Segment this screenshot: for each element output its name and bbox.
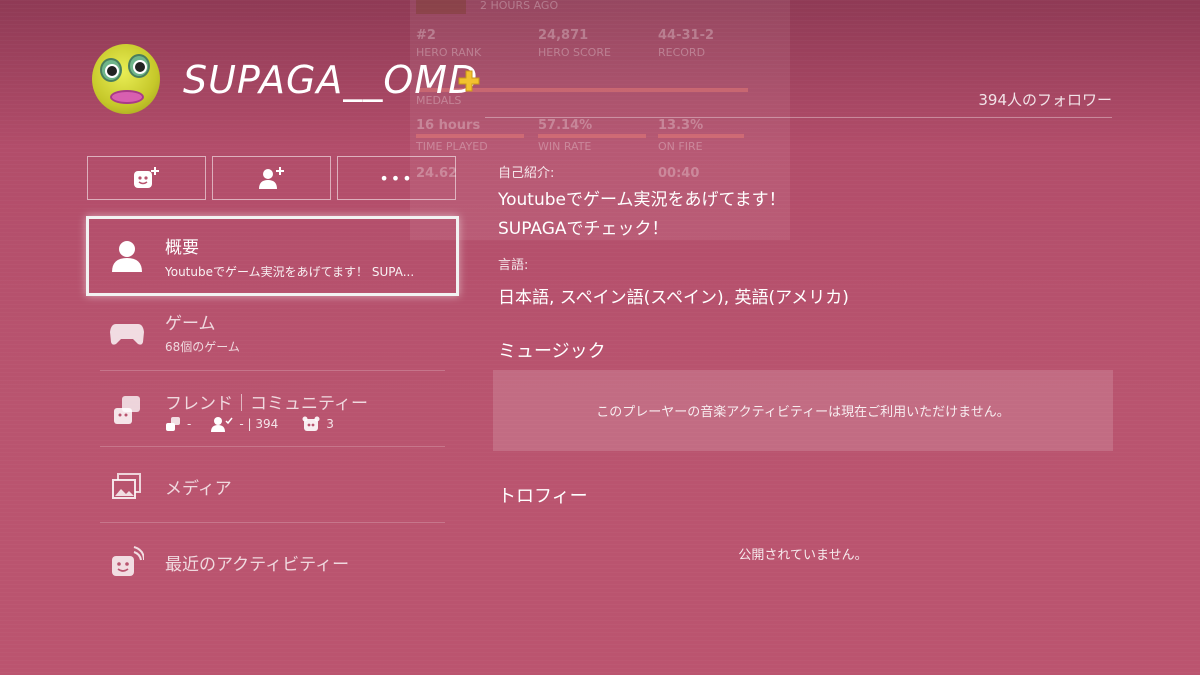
ghost-stat-label: HERO SCORE <box>538 46 611 59</box>
nav-item-title: フレンド｜コミュニティー <box>165 394 368 414</box>
ghost-thumbnail <box>416 0 466 14</box>
follow-button[interactable] <box>212 156 331 200</box>
ghost-stat-bar <box>416 134 524 138</box>
friends-small-icon <box>166 417 180 431</box>
nav-divider <box>100 446 445 447</box>
ghost-stat-label: TIME PLAYED <box>416 140 488 153</box>
community-count: 3 <box>326 417 334 431</box>
follower-count: 394人のフォロワー <box>978 91 1112 109</box>
nav-item-title: 最近のアクティビティー <box>165 555 350 575</box>
avatar-eye <box>100 58 122 82</box>
nav-divider <box>100 370 445 371</box>
ghost-stat-value: 44-31-2 <box>658 28 715 43</box>
controller-icon <box>110 324 144 345</box>
nav-item-overview[interactable]: 概要 Youtubeでゲーム実況をあげてます！ SUPA... <box>86 216 459 296</box>
ghost-stat-label: ON FIRE <box>658 140 703 153</box>
nav-item-games[interactable]: ゲーム 68個のゲーム <box>86 292 459 372</box>
bio-line: Youtubeでゲーム実況をあげてます！ <box>498 190 786 210</box>
bio-label: 自己紹介: <box>498 166 555 181</box>
trophy-private-message: 公開されていません。 <box>738 548 868 563</box>
trophy-section-title: トロフィー <box>498 486 588 507</box>
following-follower-count: - | 394 <box>239 417 279 431</box>
nav-item-recent-activity[interactable]: 最近のアクティビティー <box>86 524 459 604</box>
nav-item-friends-community[interactable]: フレンド｜コミュニティー - - | 394 3 <box>86 372 459 452</box>
language-list: 日本語, スペイン語(スペイン), 英語(アメリカ) <box>498 288 849 308</box>
ghost-stat-label: RECORD <box>658 46 706 59</box>
follow-icon <box>258 167 284 189</box>
ghost-stat-value: 16 hours <box>416 118 481 133</box>
bio-line: SUPAGAでチェック！ <box>498 219 669 239</box>
friends-stats: - - | 394 3 <box>165 416 334 432</box>
music-activity-panel: このプレーヤーの音楽アクティビティーは現在ご利用いただけません。 <box>493 370 1113 451</box>
nav-item-title: 概要 <box>165 238 199 258</box>
ghost-stat-label: WIN RATE <box>538 140 592 153</box>
avatar <box>92 44 160 114</box>
friends-icon <box>114 396 140 424</box>
ps-plus-icon <box>458 70 480 92</box>
nav-item-media[interactable]: メディア <box>86 448 459 528</box>
nav-item-subtitle: 68個のゲーム <box>165 340 240 354</box>
ghost-stat-bar <box>658 134 744 138</box>
music-section-title: ミュージック <box>498 341 606 362</box>
language-label: 言語: <box>498 258 529 273</box>
add-friend-icon <box>133 167 159 188</box>
ghost-stat-value: 57.14% <box>538 118 593 133</box>
media-icon <box>112 473 141 499</box>
ghost-stat-value: 24,871 <box>538 28 589 43</box>
more-options-button[interactable]: ••• <box>337 156 456 200</box>
nav-divider <box>100 522 445 523</box>
ghost-stat-value: 00:40 <box>658 166 700 181</box>
ghost-stat-value: 13.3% <box>658 118 704 133</box>
friends-count: - <box>187 417 192 431</box>
person-icon <box>112 241 142 272</box>
avatar-mouth <box>110 90 144 104</box>
nav-item-subtitle: Youtubeでゲーム実況をあげてます！ SUPA... <box>165 265 415 279</box>
ghost-stat-value: #2 <box>416 28 436 43</box>
following-small-icon <box>211 417 233 432</box>
community-small-icon <box>302 416 320 431</box>
activity-icon <box>112 546 144 576</box>
bio-text: Youtubeでゲーム実況をあげてます！ SUPAGAでチェック！ <box>498 186 786 244</box>
ghost-time-ago: 2 HOURS AGO <box>480 0 559 12</box>
add-friend-button[interactable] <box>87 156 206 200</box>
ghost-stat-bar <box>538 134 646 138</box>
nav-item-title: メディア <box>165 479 232 499</box>
username: SUPAGA__OMD <box>183 58 479 102</box>
music-unavailable-message: このプレーヤーの音楽アクティビティーは現在ご利用いただけません。 <box>596 405 1010 420</box>
nav-item-title: ゲーム <box>165 314 216 334</box>
avatar-eye <box>128 54 150 78</box>
header-divider <box>485 117 1112 118</box>
